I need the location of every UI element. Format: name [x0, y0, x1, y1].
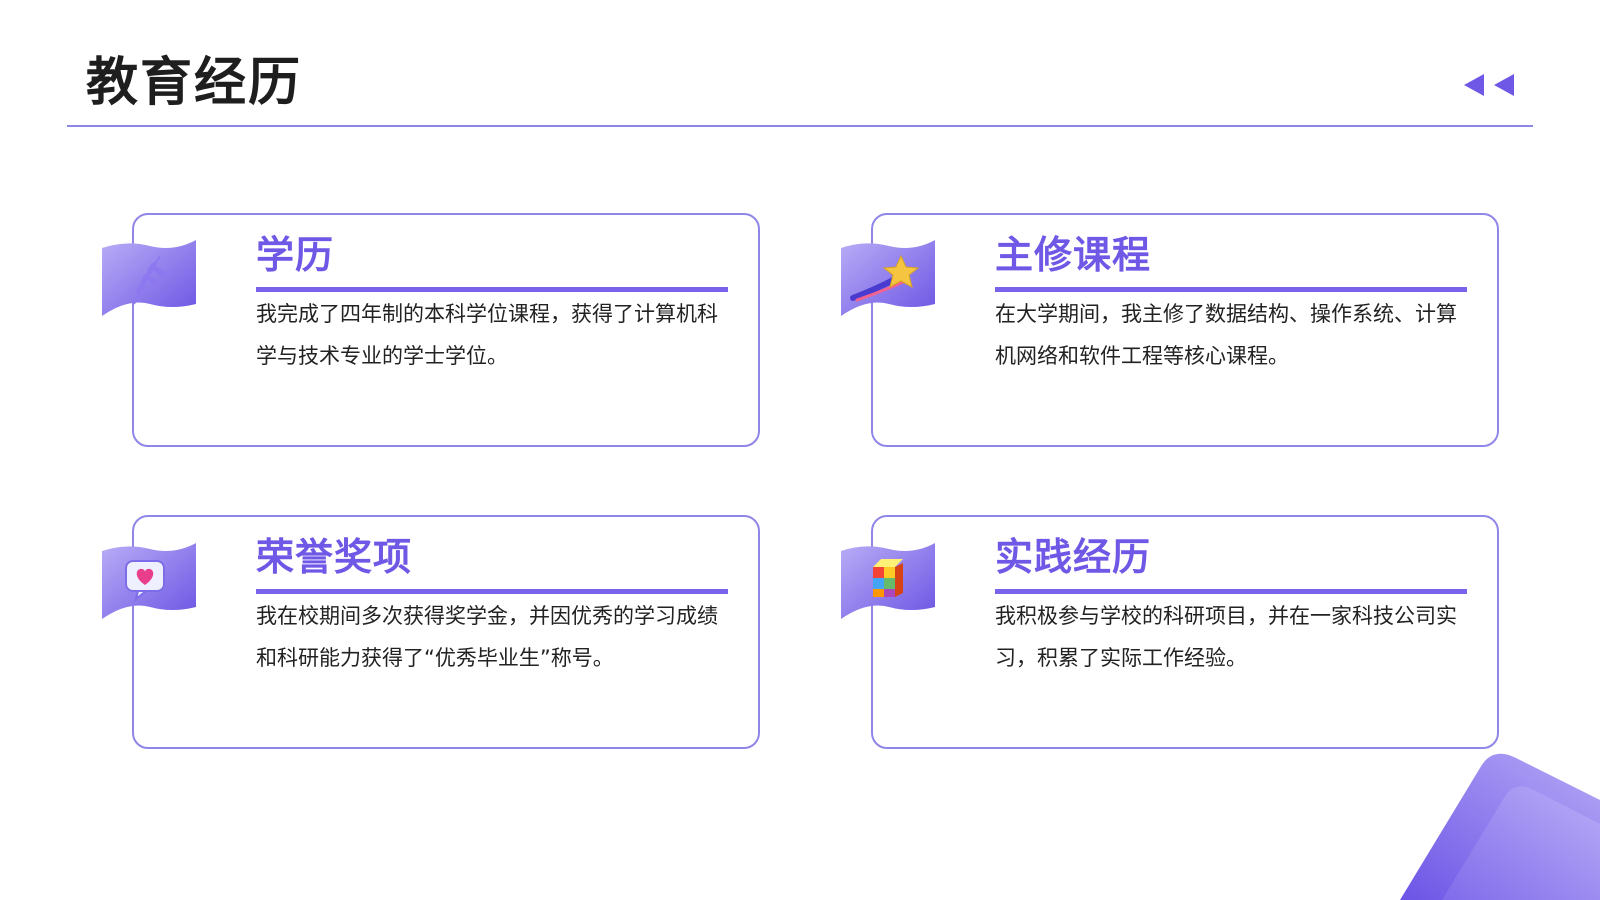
header-divider: [67, 125, 1533, 127]
card-title: 荣誉奖项: [256, 535, 413, 579]
title-underline: [256, 589, 728, 594]
cube-icon: [841, 543, 935, 619]
card-title: 学历: [256, 233, 335, 277]
card-honors: 荣誉奖项 我在校期间多次获得奖学金，并因优秀的学习成绩和科研能力获得了“优秀毕业…: [132, 515, 760, 749]
shooting-star-icon: [841, 240, 935, 316]
card-body: 我积极参与学校的科研项目，并在一家科技公司实习，积累了实际工作经验。: [995, 604, 1457, 670]
card-title: 实践经历: [995, 535, 1152, 579]
card-major-courses: 主修课程 在大学期间，我主修了数据结构、操作系统、计算机网络和软件工程等核心课程…: [871, 213, 1499, 447]
title-underline: [995, 287, 1467, 292]
heart-message-icon: [102, 543, 196, 619]
card-body: 我在校期间多次获得奖学金，并因优秀的学习成绩和科研能力获得了“优秀毕业生”称号。: [256, 604, 718, 670]
page-title: 教育经历: [86, 53, 303, 113]
title-underline: [256, 287, 728, 292]
double-left-arrow-icon[interactable]: [1464, 72, 1524, 98]
card-practice: 实践经历 我积极参与学校的科研项目，并在一家科技公司实习，积累了实际工作经验。: [871, 515, 1499, 749]
card-body: 我完成了四年制的本科学位课程，获得了计算机科学与技术专业的学士学位。: [256, 302, 718, 368]
card-education: 学历 我完成了四年制的本科学位课程，获得了计算机科学与技术专业的学士学位。: [132, 213, 760, 447]
corner-decoration: [1400, 753, 1600, 900]
title-underline: [995, 589, 1467, 594]
wheat-icon: [102, 240, 196, 316]
card-title: 主修课程: [995, 233, 1152, 277]
card-body: 在大学期间，我主修了数据结构、操作系统、计算机网络和软件工程等核心课程。: [995, 302, 1457, 368]
